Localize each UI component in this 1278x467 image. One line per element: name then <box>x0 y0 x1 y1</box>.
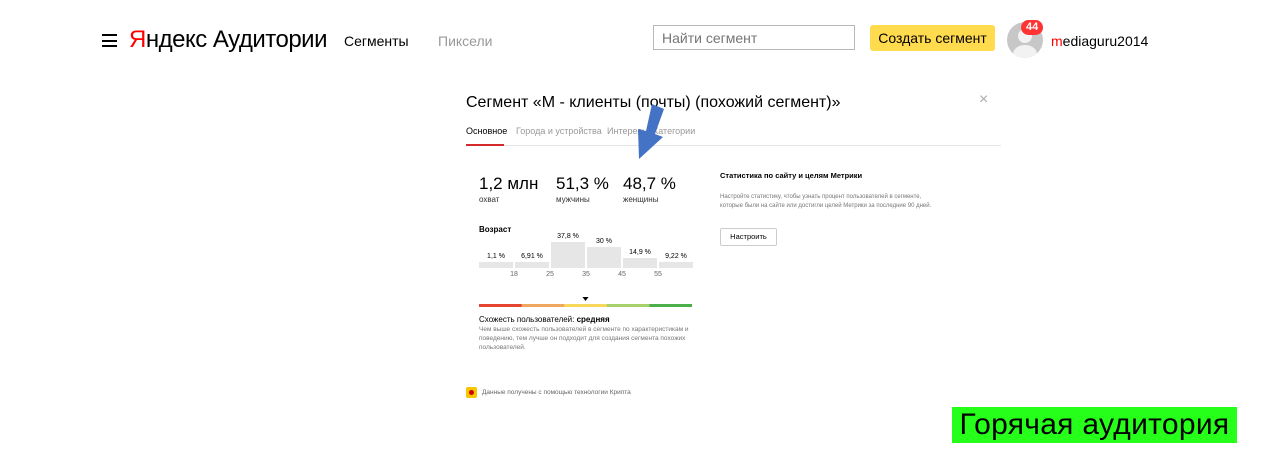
similarity-scale-segment <box>564 304 608 307</box>
age-tick-label: 45 <box>618 271 626 278</box>
logo-product: Аудитории <box>212 26 328 53</box>
reach-value: 1,2 млн <box>479 174 539 193</box>
men-value: 51,3 % <box>556 174 609 193</box>
age-bar <box>515 262 549 268</box>
age-bar-label: 14,9 % <box>629 248 651 256</box>
create-segment-button[interactable]: Создать сегмент <box>870 25 995 51</box>
age-bar <box>623 257 657 268</box>
active-tab-underline <box>466 144 504 146</box>
age-chart: 1,1 % 6,91 % 37,8 % 30 % 14,9 % 9,22 % 18 25 35 4… <box>479 230 693 284</box>
notification-badge[interactable]: 44 <box>1021 20 1044 35</box>
metrika-title: Статистика по сайту и целям Метрики <box>720 171 863 180</box>
men-label: мужчины <box>556 195 590 204</box>
age-bar <box>479 262 513 268</box>
age-bar-label: 30 % <box>596 238 612 246</box>
configure-button[interactable]: Настроить <box>720 228 777 246</box>
age-bar-label: 37,8 % <box>557 233 579 240</box>
age-bar <box>659 261 693 268</box>
logo-brand: ндекс <box>145 26 207 53</box>
age-bar <box>551 242 585 268</box>
age-tick-label: 18 <box>510 271 518 278</box>
close-icon[interactable]: × <box>979 91 988 109</box>
pointer-arrow-icon <box>638 104 664 159</box>
logo-brand-y: Я <box>129 26 146 53</box>
women-value: 48,7 % <box>623 174 676 193</box>
age-bar-label: 6,91 % <box>521 253 543 260</box>
metrika-description: Настройте статистику, чтобы узнать проце… <box>720 194 932 209</box>
nav-segments[interactable]: Сегменты <box>344 33 409 49</box>
similarity-scale <box>479 297 692 307</box>
similarity-description: Чем выше схожесть пользователей в сегмен… <box>479 326 689 351</box>
nav-pixels[interactable]: Пиксели <box>438 33 492 49</box>
similarity-scale-segment <box>649 304 692 307</box>
age-tick-label: 35 <box>582 271 590 278</box>
similarity-scale-segment <box>521 304 565 307</box>
crypta-icon <box>466 387 477 398</box>
tab-main[interactable]: Основное <box>466 126 507 136</box>
similarity-marker-icon <box>582 297 589 301</box>
similarity-value: средняя <box>576 315 610 324</box>
reach-label: охват <box>479 195 500 204</box>
search-input[interactable] <box>653 25 855 50</box>
similarity-scale-segment <box>479 304 523 307</box>
age-bar-label: 1,1 % <box>487 253 505 260</box>
crypta-note: Данные получены с помощью технологии Кри… <box>482 389 631 396</box>
hot-audience-label: Горячая аудитория <box>952 407 1237 443</box>
age-bar-label: 9,22 % <box>665 252 687 260</box>
yandex-audiences-logo[interactable]: Яндекс Аудитории <box>129 26 327 54</box>
username[interactable]: mediaguru2014 <box>1051 33 1148 49</box>
menu-icon[interactable] <box>102 34 117 47</box>
tabs-divider <box>466 145 1001 146</box>
women-label: женщины <box>623 195 659 204</box>
age-bar <box>587 247 621 268</box>
similarity-label: Схожесть пользователей: средняя <box>479 315 610 324</box>
tab-cities-devices[interactable]: Города и устройства <box>516 126 602 136</box>
age-tick-label: 25 <box>546 271 554 278</box>
similarity-scale-segment <box>606 304 650 307</box>
age-tick-label: 55 <box>654 271 662 278</box>
